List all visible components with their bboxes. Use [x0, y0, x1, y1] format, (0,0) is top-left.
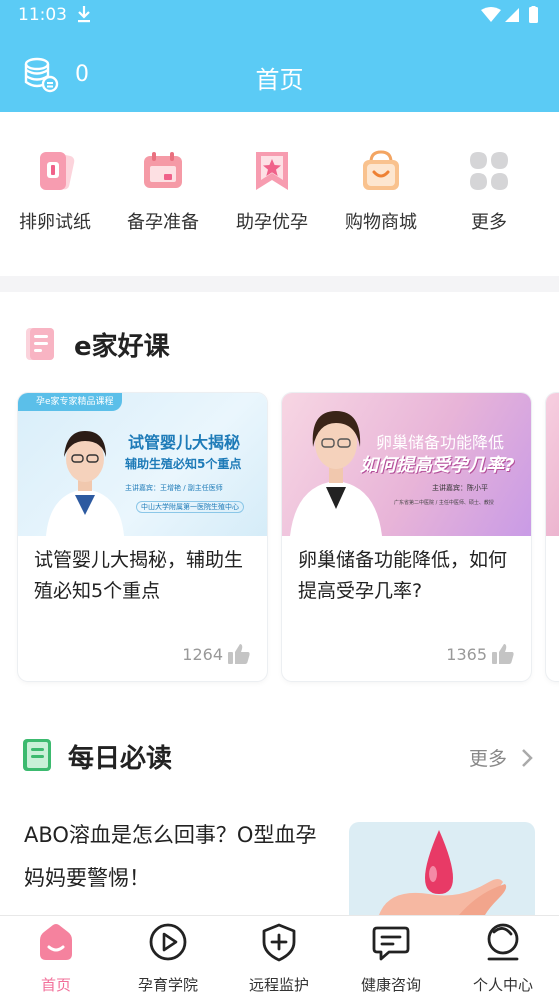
like-count-value: 1264	[182, 644, 223, 664]
like-count: 1365	[446, 643, 515, 665]
download-icon	[78, 6, 90, 23]
status-time: 11:03	[18, 5, 67, 25]
doctor-portrait	[46, 431, 124, 536]
course-section: e家好课 孕e家专家精品课程 试管婴儿大揭秘 辅助生殖必知5个重点 主讲嘉宾：王…	[0, 292, 559, 710]
daily-reading-section: 每日必读 更多 ABO溶血是怎么回事？O型血孕妈妈要警惕！	[0, 710, 559, 915]
banner-title: 试管婴儿大揭秘	[128, 433, 241, 452]
quick-menu: 排卵试纸 备孕准备 助孕优孕 购物商城 更多	[0, 112, 559, 276]
banner-title: 卵巢储备功能降低	[376, 433, 505, 452]
thumbs-up-icon[interactable]	[491, 643, 515, 665]
quick-item-pregnancy-prep[interactable]: 备孕准备	[108, 148, 218, 258]
header: 0 首页	[0, 44, 559, 104]
course-thumbnail: 卵巢储备功能降低 如何提高受孕几率? 主讲嘉宾：陈小平 广东省第二中医院 / 主…	[282, 393, 531, 536]
notebook-icon	[23, 739, 51, 771]
like-count: 1264	[182, 643, 251, 665]
banner-org: 广东省第二中医院 / 主任中医师、硕士、教授	[394, 500, 494, 506]
like-count-value: 1365	[446, 644, 487, 664]
quick-item-label: 排卵试纸	[19, 212, 91, 233]
course-thumbnail	[546, 393, 559, 536]
quick-item-label: 购物商城	[345, 212, 417, 233]
page-title: 首页	[255, 66, 304, 94]
course-card-partial[interactable]	[546, 393, 559, 681]
chat-bubble-icon	[372, 926, 410, 961]
quick-item-label: 备孕准备	[127, 212, 199, 233]
profile-circle-icon	[487, 923, 519, 961]
course-title: 卵巢储备功能降低，如何提高受孕几率?	[298, 549, 508, 602]
banner-subtitle: 如何提高受孕几率?	[360, 455, 515, 476]
nav-label: 首页	[40, 976, 71, 993]
nav-label: 孕育学院	[137, 976, 198, 993]
nav-label: 个人中心	[472, 976, 533, 993]
more-label: 更多	[468, 748, 507, 770]
banner-subtitle: 辅助生殖必知5个重点	[125, 457, 242, 471]
ovulation-strip-icon	[40, 152, 75, 190]
more-grid-icon	[470, 152, 508, 190]
star-ribbon-icon	[256, 152, 288, 190]
article-thumbnail[interactable]	[349, 822, 535, 915]
quick-item-label: 助孕优孕	[236, 212, 308, 233]
nav-label: 健康咨询	[360, 976, 421, 993]
blood-drop-hand-image	[379, 830, 507, 915]
course-book-icon	[26, 328, 54, 360]
quick-item-more[interactable]: 更多	[434, 148, 544, 258]
play-circle-icon	[149, 923, 187, 961]
course-badge: 孕e家专家精品课程	[18, 393, 122, 411]
course-title: 试管婴儿大揭秘，辅助生殖必知5个重点	[34, 549, 244, 602]
course-card[interactable]: 卵巢储备功能降低 如何提高受孕几率? 主讲嘉宾：陈小平 广东省第二中医院 / 主…	[282, 393, 531, 681]
quick-item-label: 更多	[471, 212, 507, 233]
article-title[interactable]: ABO溶血是怎么回事？O型血孕妈妈要警惕！	[24, 814, 324, 900]
course-thumbnail: 孕e家专家精品课程 试管婴儿大揭秘 辅助生殖必知5个重点 主讲嘉宾：王增艳 / …	[18, 393, 267, 536]
banner-org: 中山大学附属第一医院生殖中心	[136, 501, 244, 513]
calendar-icon	[144, 152, 182, 188]
quick-item-ovulation-strip[interactable]: 排卵试纸	[0, 148, 110, 258]
banner-host: 主讲嘉宾：陈小平	[432, 484, 488, 492]
nav-remote-monitor[interactable]: 远程监护	[223, 922, 335, 993]
course-card[interactable]: 孕e家专家精品课程 试管婴儿大揭秘 辅助生殖必知5个重点 主讲嘉宾：王增艳 / …	[18, 393, 267, 681]
chevron-right-icon	[522, 748, 533, 767]
section-title: e家好课	[74, 332, 170, 362]
wifi-icon	[481, 7, 501, 22]
quick-item-fertility-aid[interactable]: 助孕优孕	[217, 148, 327, 258]
shield-plus-icon	[262, 923, 296, 962]
system-status-icons	[481, 6, 538, 23]
more-link[interactable]: 更多	[469, 744, 533, 771]
nav-health-consult[interactable]: 健康咨询	[335, 922, 447, 993]
home-icon	[40, 924, 72, 960]
quick-item-shopping-mall[interactable]: 购物商城	[326, 148, 436, 258]
nav-profile[interactable]: 个人中心	[447, 922, 559, 993]
nav-academy[interactable]: 孕育学院	[112, 922, 224, 993]
nav-home[interactable]: 首页	[0, 922, 112, 993]
nav-label: 远程监护	[248, 976, 309, 993]
thumbs-up-icon[interactable]	[227, 643, 251, 665]
section-title: 每日必读	[68, 744, 173, 774]
status-bar: 11:03	[0, 0, 559, 30]
battery-icon	[529, 7, 538, 23]
shopping-bag-icon	[363, 150, 399, 190]
top-bar: 11:03 0 首页	[0, 0, 559, 112]
banner-host: 主讲嘉宾：王增艳 / 副主任医师	[125, 484, 223, 492]
bottom-nav: 首页 孕育学院 远程监护 健康咨询 个人中心	[0, 915, 559, 993]
signal-icon	[505, 8, 519, 22]
